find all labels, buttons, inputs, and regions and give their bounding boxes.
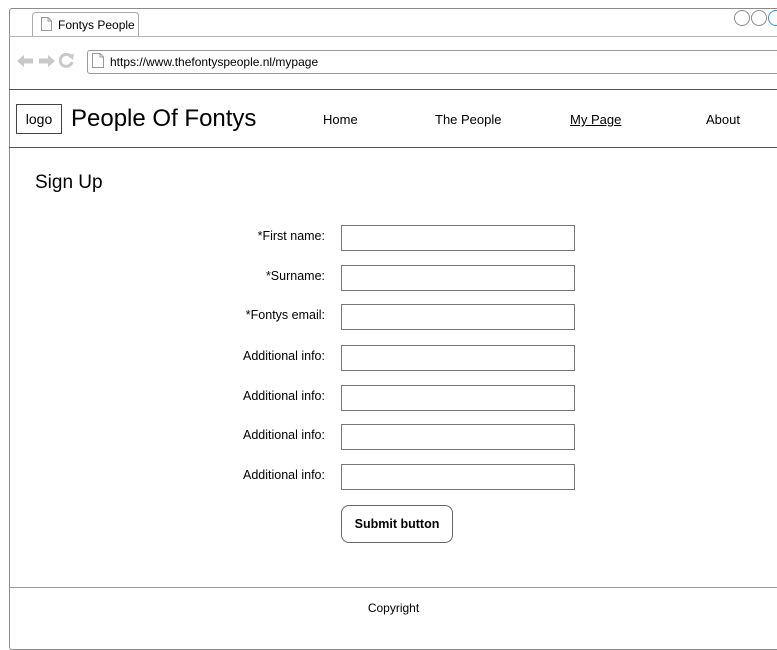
tab-strip-divider xyxy=(9,36,777,37)
browser-nav-controls xyxy=(17,52,74,73)
page-icon xyxy=(41,16,52,34)
surname-label: *Surname: xyxy=(265,269,325,283)
page-icon xyxy=(92,53,104,71)
form-row-additional-info: Additional info: xyxy=(0,464,777,490)
logo-text: logo xyxy=(25,111,53,127)
first-name-input[interactable] xyxy=(341,225,575,251)
additional-info-input[interactable] xyxy=(341,424,575,450)
browser-tab[interactable]: Fontys People xyxy=(32,12,139,37)
footer-copyright: Copyright xyxy=(367,601,420,615)
fontys-email-label: *Fontys email: xyxy=(245,308,325,322)
form-row-additional-info: Additional info: xyxy=(0,345,777,371)
tab-title: Fontys People xyxy=(58,18,135,32)
page-title: Sign Up xyxy=(35,172,103,193)
additional-info-input[interactable] xyxy=(341,385,575,411)
window-control-icon[interactable] xyxy=(768,10,777,26)
url-text: https://www.thefontyspeople.nl/mypage xyxy=(110,55,319,69)
form-row-surname: *Surname: xyxy=(0,265,777,291)
address-bar[interactable]: https://www.thefontyspeople.nl/mypage xyxy=(87,50,777,74)
nav-about[interactable]: About xyxy=(706,112,740,128)
forward-arrow-icon[interactable] xyxy=(38,54,55,72)
fontys-email-input[interactable] xyxy=(341,304,575,330)
nav-the-people[interactable]: The People xyxy=(435,112,502,128)
window-control-icon[interactable] xyxy=(734,10,750,26)
header-bottom-divider xyxy=(9,147,777,148)
additional-info-input[interactable] xyxy=(341,345,575,371)
form-row-first-name: *First name: xyxy=(0,225,777,251)
nav-home[interactable]: Home xyxy=(323,112,358,128)
site-title: People Of Fontys xyxy=(71,105,257,132)
form-row-additional-info: Additional info: xyxy=(0,385,777,411)
additional-info-input[interactable] xyxy=(341,464,575,490)
back-arrow-icon[interactable] xyxy=(17,54,34,72)
footer-divider xyxy=(9,587,777,588)
logo[interactable]: logo xyxy=(16,104,62,134)
first-name-label: *First name: xyxy=(257,229,325,243)
additional-info-label: Additional info: xyxy=(242,468,325,482)
window-control-icon[interactable] xyxy=(751,10,767,26)
surname-input[interactable] xyxy=(341,265,575,291)
additional-info-label: Additional info: xyxy=(242,428,325,442)
nav-my-page[interactable]: My Page xyxy=(570,112,621,128)
additional-info-label: Additional info: xyxy=(242,389,325,403)
header-top-divider xyxy=(9,89,777,90)
form-row-additional-info: Additional info: xyxy=(0,424,777,450)
form-row-fontys-email: *Fontys email: xyxy=(0,304,777,330)
reload-icon[interactable] xyxy=(58,52,74,73)
additional-info-label: Additional info: xyxy=(242,349,325,363)
submit-button[interactable]: Submit button xyxy=(341,505,453,543)
